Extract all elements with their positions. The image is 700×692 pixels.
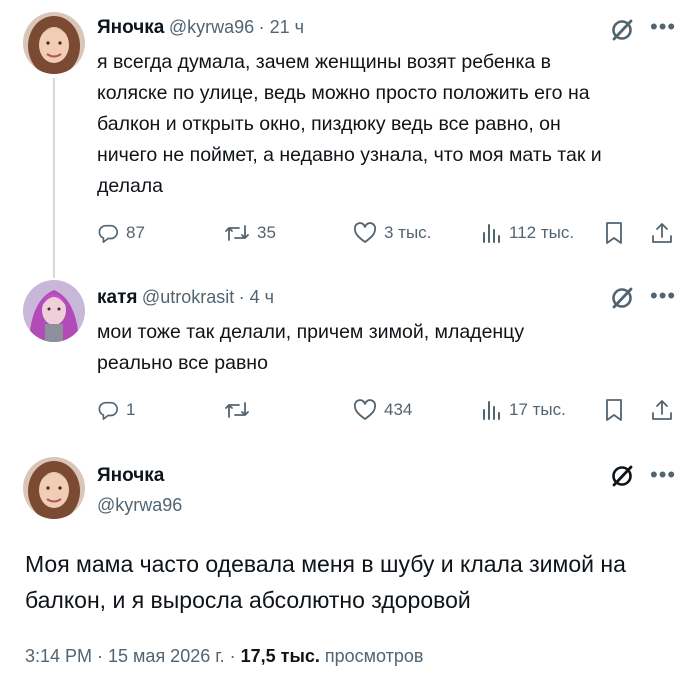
reply-icon: [98, 224, 118, 243]
thread-line: [53, 78, 55, 278]
tweet-header: Яночка @kyrwa96 · 21 ч: [97, 17, 304, 39]
views-count: 17 тыс.: [509, 400, 566, 419]
tweet-text: мои тоже так делали, причем зимой, младе…: [97, 321, 525, 374]
grok-icon[interactable]: [610, 464, 634, 493]
tweet-text: я всегда думала, зачем женщины возят реб…: [97, 51, 602, 197]
handle[interactable]: @kyrwa96: [97, 495, 182, 516]
bookmark-icon: [606, 222, 622, 244]
bookmark-button[interactable]: [604, 398, 624, 422]
share-icon: [652, 223, 672, 243]
like-button[interactable]: 3 тыс.: [353, 222, 431, 244]
display-name[interactable]: катя: [97, 287, 137, 308]
like-icon: [353, 399, 377, 420]
reply-icon: [98, 401, 118, 420]
reply-button[interactable]: 87: [97, 222, 145, 244]
views-button[interactable]: 17 тыс.: [480, 399, 566, 421]
timestamp[interactable]: · 21 ч: [259, 17, 304, 37]
reply-count: 1: [126, 400, 136, 419]
tweet-header: катя @utrokrasit · 4 ч: [97, 287, 274, 309]
tweet-timestamp-line: 3:14 PM · 15 мая 2026 г. · 17,5 тыс. про…: [25, 646, 423, 667]
reply-button[interactable]: 1: [97, 399, 135, 421]
avatar[interactable]: [23, 12, 85, 74]
like-count: 3 тыс.: [384, 223, 432, 242]
like-icon: [353, 222, 377, 243]
repost-icon: [225, 225, 249, 241]
more-icon[interactable]: •••: [650, 464, 676, 486]
handle[interactable]: @utrokrasit: [142, 287, 234, 307]
grok-icon[interactable]: [610, 286, 634, 315]
like-count: 434: [384, 400, 413, 419]
display-name[interactable]: Яночка: [97, 465, 164, 487]
share-button[interactable]: [650, 398, 674, 422]
avatar[interactable]: [23, 280, 85, 342]
views-count: 112 тыс.: [509, 223, 575, 242]
tweet-datetime[interactable]: 3:14 PM · 15 мая 2026 г. ·: [25, 646, 241, 666]
bookmark-icon: [606, 399, 622, 421]
repost-icon: [225, 402, 249, 418]
views-icon: [483, 401, 500, 420]
repost-button[interactable]: [224, 399, 257, 421]
views-button[interactable]: 112 тыс.: [480, 222, 574, 244]
avatar[interactable]: [23, 457, 85, 519]
views-count: 17,5 тыс.: [240, 646, 320, 666]
views-label: просмотров: [319, 646, 424, 666]
timestamp[interactable]: · 4 ч: [239, 287, 274, 307]
repost-count: 35: [257, 223, 276, 242]
grok-icon[interactable]: [610, 18, 634, 47]
repost-button[interactable]: 35: [224, 222, 276, 244]
like-button[interactable]: 434: [353, 399, 412, 421]
bookmark-button[interactable]: [604, 221, 624, 245]
share-icon: [652, 400, 672, 420]
handle[interactable]: @kyrwa96: [169, 17, 254, 37]
main-tweet-text: Моя мама часто одевала меня в шубу и кла…: [25, 551, 626, 613]
more-icon[interactable]: •••: [650, 285, 676, 307]
share-button[interactable]: [650, 221, 674, 245]
reply-count: 87: [126, 223, 145, 242]
views-icon: [483, 224, 500, 243]
display-name[interactable]: Яночка: [97, 17, 164, 38]
more-icon[interactable]: •••: [650, 16, 676, 38]
